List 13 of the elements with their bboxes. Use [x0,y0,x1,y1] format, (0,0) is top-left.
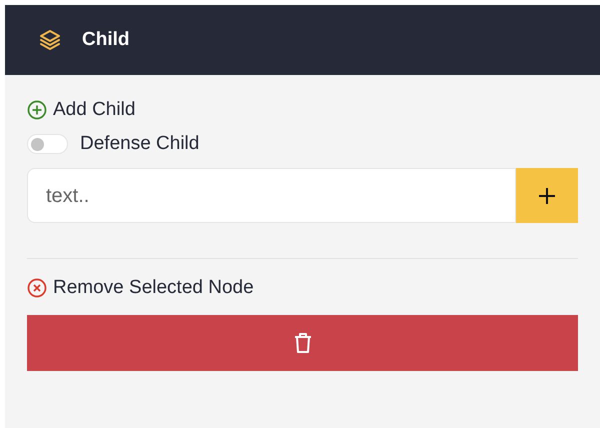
add-button[interactable] [516,168,578,223]
input-field[interactable]: text.. [27,168,516,223]
toggle-label: Defense Child [80,132,200,156]
toggle-switch[interactable] [27,134,68,154]
x-circle-icon [27,278,47,298]
layers-icon [38,28,62,52]
plus-icon [538,186,556,204]
section-label: Add Child [53,98,136,122]
delete-button[interactable] [27,315,578,371]
plus-circle-icon [27,100,47,120]
section-label: Remove Selected Node [53,276,254,300]
trash-icon [292,332,312,354]
panel-title: Child [82,28,130,52]
